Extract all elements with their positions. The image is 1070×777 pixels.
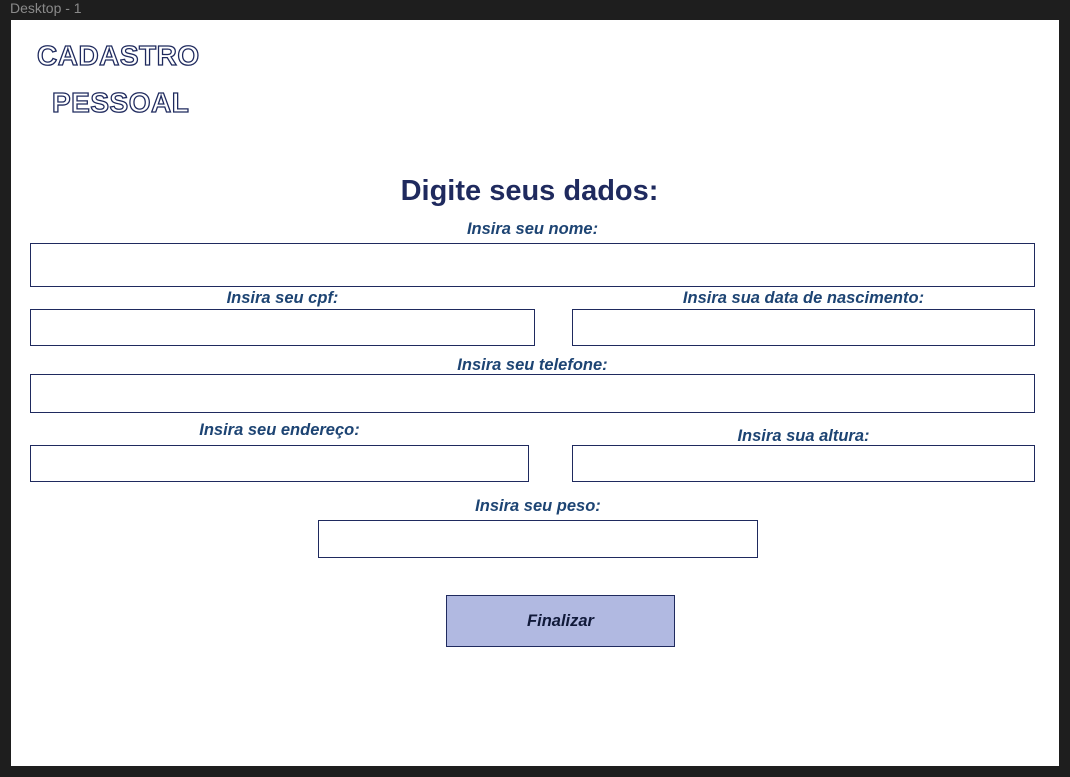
input-endereco[interactable] — [30, 445, 529, 482]
label-nome: Insira seu nome: — [466, 220, 599, 238]
logo-text-line-2: PESSOAL — [51, 86, 190, 118]
label-altura: Insira sua altura: — [737, 427, 870, 445]
input-altura[interactable] — [572, 445, 1035, 482]
form-title: Digite seus dados: — [400, 175, 659, 207]
label-endereco: Insira seu endereço: — [199, 421, 360, 439]
input-data-nascimento[interactable] — [572, 309, 1035, 346]
label-telefone: Insira seu telefone: — [457, 356, 608, 374]
input-cpf[interactable] — [30, 309, 535, 346]
input-peso[interactable] — [318, 520, 758, 558]
frame-label: Desktop - 1 — [10, 0, 82, 16]
finalizar-button[interactable]: Finalizar — [446, 595, 675, 647]
label-peso: Insira seu peso: — [475, 497, 601, 515]
input-nome[interactable] — [30, 243, 1035, 287]
logo-text-line-1: CADASTRO — [36, 39, 200, 71]
input-telefone[interactable] — [30, 374, 1035, 413]
desktop-frame: CADASTRO PESSOAL Digite seus dados: Insi… — [11, 20, 1059, 766]
label-cpf: Insira seu cpf: — [226, 289, 339, 307]
label-data-nascimento: Insira sua data de nascimento: — [682, 289, 925, 307]
